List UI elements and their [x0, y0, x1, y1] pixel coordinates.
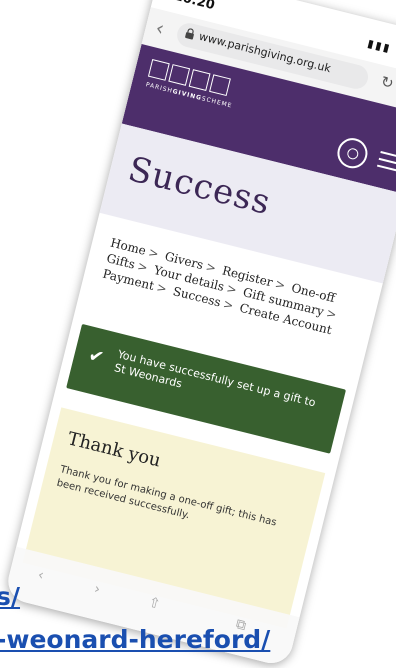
- reload-icon[interactable]: ↻: [379, 72, 396, 93]
- page-title: Success: [124, 149, 275, 224]
- search-icon[interactable]: [334, 135, 371, 172]
- toolbar-back-icon[interactable]: ‹: [36, 567, 45, 584]
- share-icon[interactable]: ⇧: [147, 595, 162, 613]
- clock-time: 10:20: [172, 0, 217, 14]
- thank-you-text: Thank you for making a one-off gift; thi…: [55, 464, 278, 529]
- overlay-link-line-1[interactable]: s/: [0, 582, 20, 611]
- overlay-link-line-2[interactable]: -weonard-hereford/: [0, 625, 270, 654]
- hamburger-menu-icon[interactable]: [376, 151, 396, 172]
- signal-wifi-battery-icon: ▮▮▮ ≈ ▬: [366, 36, 396, 64]
- thank-you-heading: Thank you: [65, 428, 163, 472]
- breadcrumb-payment[interactable]: Payment: [101, 267, 155, 293]
- toolbar-forward-icon[interactable]: ›: [92, 581, 101, 598]
- success-message: You have successfully set up a gift to S…: [112, 347, 317, 410]
- checkmark-icon: ✔: [86, 344, 106, 369]
- lock-icon: [185, 28, 194, 40]
- phone-screen: 10:20 ▮▮▮ ≈ ▬ ‹ www.parishgiving.org.uk …: [3, 0, 396, 668]
- browser-back-icon[interactable]: ‹: [153, 15, 167, 40]
